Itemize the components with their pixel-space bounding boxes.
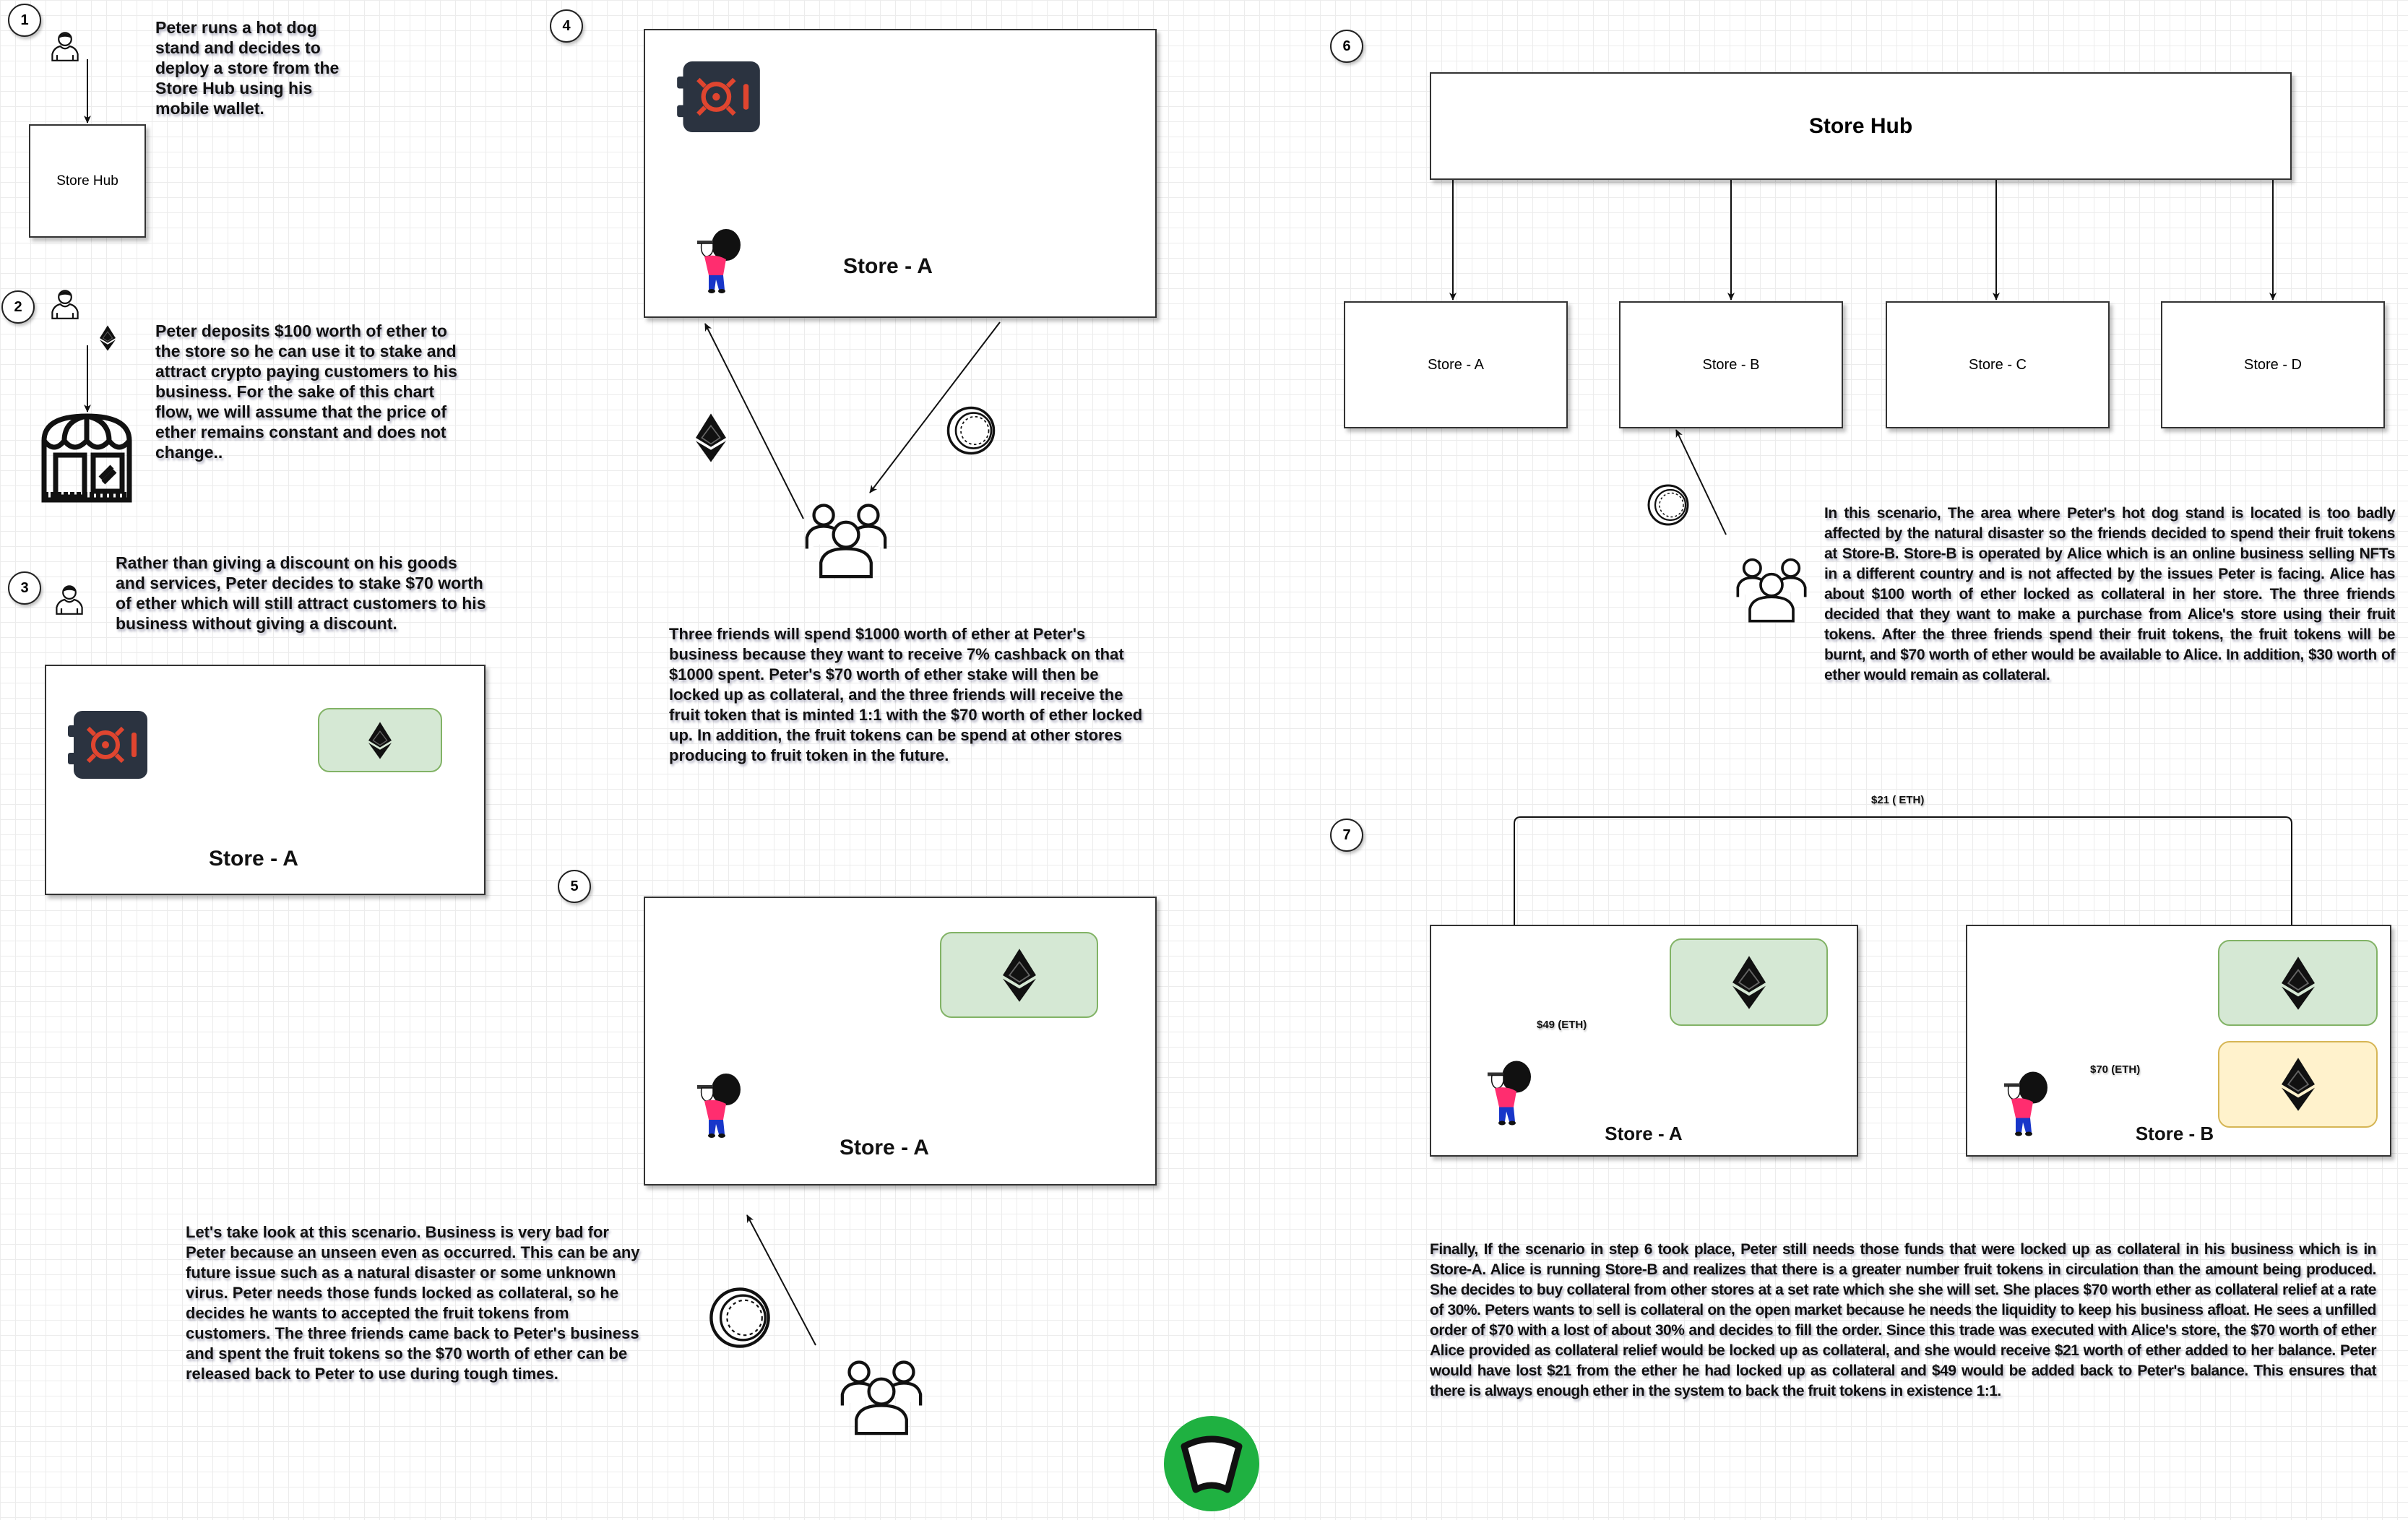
collateral-box-b [2218,940,2378,1026]
coin-icon [708,1286,772,1350]
coin-icon [946,405,996,456]
store-c-label: Store - C [1968,356,2027,373]
ethereum-icon [100,325,116,351]
store-hub-label: Store Hub [1808,113,1913,138]
step2-description: Peter deposits $100 worth of ether to th… [155,321,457,462]
user-icon [49,30,81,62]
store-b-label: Store - B [2135,1123,2214,1144]
store-a-label: Store - A [209,847,298,871]
logo-icon [1164,1416,1259,1511]
store-hub-box[interactable]: Store Hub [29,124,146,238]
store-d-box[interactable]: Store - D [2161,301,2385,428]
group-icon [840,1352,923,1436]
stake-collateral-box [318,708,442,772]
user-icon [53,584,85,616]
store-a-label: Store - A [1605,1123,1683,1144]
step-number-4: 4 [550,9,583,43]
store-b-box[interactable]: Store - B [1619,301,1843,428]
user-icon [49,288,81,320]
step7-description: Finally, If the scenario in step 6 took … [1430,1241,2377,1399]
peter-figure-icon [694,228,743,294]
collateral-box-a [1670,938,1828,1026]
step-number-7: 7 [1330,819,1363,852]
ethereum-icon [1003,948,1036,1003]
collateral-relief-box [2218,1041,2378,1128]
step1-description: Peter runs a hot dog stand and decides t… [155,18,340,118]
peter-figure-icon [1485,1058,1534,1127]
coin-icon [1647,483,1690,527]
storefront-icon [40,412,134,504]
step3-description: Rather than giving a discount on his goo… [116,553,486,633]
step-number-1: 1 [8,4,41,37]
ethereum-icon [2282,1057,2315,1112]
step4-description: Three friends will spend $1000 worth of … [669,625,1143,764]
step-number-3: 3 [8,571,41,605]
ethereum-icon [696,413,726,462]
store-a-label: Store - A [1428,356,1484,373]
transfer-21-eth-label: $21 ( ETH) [1871,794,1925,806]
step-number-2: 2 [1,290,35,324]
peter-figure-icon [694,1072,743,1139]
ethereum-icon [1732,955,1766,1010]
ethereum-icon [368,722,392,759]
release-70-eth-label: $70 (ETH) [2090,1063,2141,1076]
step-number-5: 5 [558,870,591,903]
ethereum-icon [2282,956,2315,1011]
store-a-box[interactable]: Store - A [1344,301,1568,428]
store-a-label: Store - A [843,254,933,278]
collateral-box [940,932,1098,1018]
vault-icon [68,711,147,779]
group-icon [1735,551,1808,623]
step-number-6: 6 [1330,30,1363,63]
step5-description: Let's take look at this scenario. Busine… [186,1223,640,1383]
store-b-label: Store - B [1702,356,1760,373]
store-d-label: Store - D [2243,356,2303,373]
peter-49-eth-label: $49 (ETH) [1537,1019,1587,1031]
peter-figure-icon [2001,1069,2050,1138]
store-a-label: Store - A [840,1136,929,1160]
group-icon [804,496,888,579]
vault-icon [677,61,760,132]
step6-description: In this scenario, The area where Peter's… [1824,505,2395,683]
store-hub-label: Store Hub [56,173,118,189]
store-c-box[interactable]: Store - C [1886,301,2110,428]
store-hub-box-large[interactable]: Store Hub [1430,72,2292,180]
